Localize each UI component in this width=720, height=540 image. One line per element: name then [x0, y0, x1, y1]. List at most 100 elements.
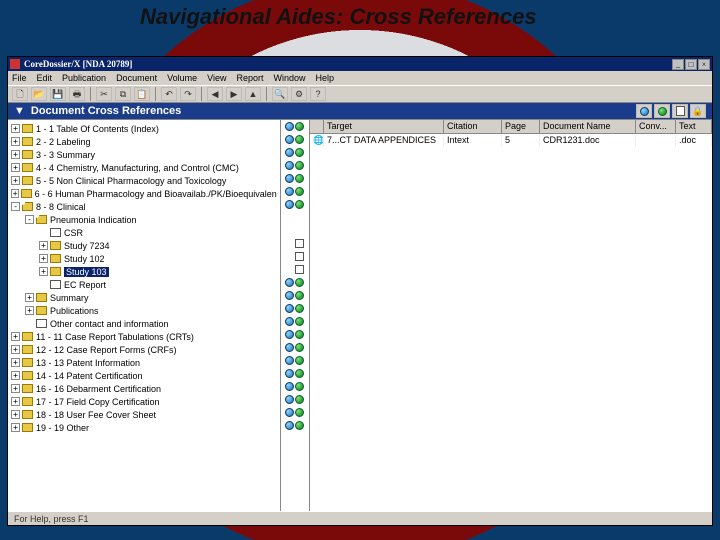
- cut-button[interactable]: ✂: [96, 87, 112, 101]
- globe-icon: [285, 369, 294, 378]
- column-header[interactable]: Document Name: [540, 120, 636, 133]
- status-icon-row: [281, 289, 309, 302]
- expand-icon[interactable]: +: [25, 306, 34, 315]
- status-icon-row: [281, 354, 309, 367]
- expand-icon[interactable]: +: [39, 241, 48, 250]
- tree-node[interactable]: +18 - 18 User Fee Cover Sheet: [11, 408, 277, 421]
- props-button[interactable]: ⚙: [291, 87, 307, 101]
- globe-icon: [285, 408, 294, 417]
- tree-node[interactable]: CSR: [11, 226, 277, 239]
- column-header[interactable]: Text: [676, 120, 712, 133]
- expand-icon[interactable]: +: [11, 163, 20, 172]
- expand-icon[interactable]: +: [11, 410, 20, 419]
- column-header[interactable]: Citation: [444, 120, 502, 133]
- tree-node[interactable]: +12 - 12 Case Report Forms (CRFs): [11, 343, 277, 356]
- close-button[interactable]: ×: [698, 59, 710, 70]
- tree-node[interactable]: +14 - 14 Patent Certification: [11, 369, 277, 382]
- expand-icon[interactable]: +: [39, 267, 48, 276]
- check-icon: [295, 356, 304, 365]
- column-header[interactable]: Page: [502, 120, 540, 133]
- expand-icon[interactable]: +: [11, 371, 20, 380]
- expand-icon[interactable]: +: [11, 189, 19, 198]
- paste-button[interactable]: 📋: [134, 87, 150, 101]
- save-button[interactable]: 💾: [50, 87, 66, 101]
- check-icon: [295, 382, 304, 391]
- tree-node[interactable]: +1 - 1 Table Of Contents (Index): [11, 122, 277, 135]
- tree-node[interactable]: +Summary: [11, 291, 277, 304]
- expand-icon[interactable]: +: [11, 150, 20, 159]
- tree-node[interactable]: +4 - 4 Chemistry, Manufacturing, and Con…: [11, 161, 277, 174]
- collapse-icon[interactable]: -: [25, 215, 34, 224]
- up-button[interactable]: ▲: [245, 87, 261, 101]
- table-row[interactable]: 🌐7...CT DATA APPENDICESIntext5CDR1231.do…: [310, 134, 712, 147]
- menu-document[interactable]: Document: [116, 73, 157, 83]
- menu-volume[interactable]: Volume: [167, 73, 197, 83]
- expand-icon[interactable]: +: [11, 423, 20, 432]
- expand-icon[interactable]: +: [11, 345, 20, 354]
- tree-pane[interactable]: +1 - 1 Table Of Contents (Index)+2 - 2 L…: [8, 120, 281, 511]
- tree-node[interactable]: +6 - 6 Human Pharmacology and Bioavailab…: [11, 187, 277, 200]
- check-icon: [295, 421, 304, 430]
- expand-icon[interactable]: +: [25, 293, 34, 302]
- tree-node[interactable]: Other contact and information: [11, 317, 277, 330]
- expand-icon[interactable]: +: [11, 397, 20, 406]
- tree-node[interactable]: +2 - 2 Labeling: [11, 135, 277, 148]
- tree-node[interactable]: +11 - 11 Case Report Tabulations (CRTs): [11, 330, 277, 343]
- tree-node[interactable]: +16 - 16 Debarment Certification: [11, 382, 277, 395]
- copy-button[interactable]: ⧉: [115, 87, 131, 101]
- back-button[interactable]: ◀: [207, 87, 223, 101]
- tree-node[interactable]: +Study 102: [11, 252, 277, 265]
- tree-node[interactable]: +Study 7234: [11, 239, 277, 252]
- menu-file[interactable]: File: [12, 73, 27, 83]
- tree-node-label: 13 - 13 Patent Information: [36, 358, 140, 368]
- redo-button[interactable]: ↷: [180, 87, 196, 101]
- expand-icon[interactable]: +: [11, 124, 20, 133]
- tree-node[interactable]: +17 - 17 Field Copy Certification: [11, 395, 277, 408]
- find-button[interactable]: 🔍: [272, 87, 288, 101]
- expand-icon[interactable]: +: [11, 358, 20, 367]
- tree-node[interactable]: +3 - 3 Summary: [11, 148, 277, 161]
- menu-report[interactable]: Report: [236, 73, 263, 83]
- menu-edit[interactable]: Edit: [37, 73, 53, 83]
- expand-icon[interactable]: +: [11, 384, 20, 393]
- grid-body[interactable]: 🌐7...CT DATA APPENDICESIntext5CDR1231.do…: [310, 134, 712, 511]
- undo-button[interactable]: ↶: [161, 87, 177, 101]
- lock-button[interactable]: 🔒: [690, 104, 706, 118]
- green-button[interactable]: [654, 104, 670, 118]
- tree-node[interactable]: -Pneumonia Indication: [11, 213, 277, 226]
- tree-node[interactable]: +Publications: [11, 304, 277, 317]
- help-button[interactable]: ?: [310, 87, 326, 101]
- menu-view[interactable]: View: [207, 73, 226, 83]
- tree-node[interactable]: +19 - 19 Other: [11, 421, 277, 434]
- tree-node[interactable]: +13 - 13 Patent Information: [11, 356, 277, 369]
- column-header[interactable]: Target: [324, 120, 444, 133]
- maximize-button[interactable]: □: [685, 59, 697, 70]
- tree-node[interactable]: +Study 103: [11, 265, 277, 278]
- collapse-icon[interactable]: -: [11, 202, 20, 211]
- page-button[interactable]: [672, 104, 688, 118]
- expand-icon[interactable]: +: [11, 332, 20, 341]
- menu-window[interactable]: Window: [274, 73, 306, 83]
- column-header[interactable]: Conv...: [636, 120, 676, 133]
- status-icon-row: [281, 367, 309, 380]
- open-button[interactable]: 📂: [31, 87, 47, 101]
- toolbar-separator: [90, 87, 91, 101]
- expand-icon[interactable]: +: [39, 254, 48, 263]
- tree-node-label: 11 - 11 Case Report Tabulations (CRTs): [36, 332, 194, 342]
- tree-node-label: 12 - 12 Case Report Forms (CRFs): [36, 345, 177, 355]
- globe-button[interactable]: [636, 104, 652, 118]
- expand-icon[interactable]: +: [11, 137, 20, 146]
- minimize-button[interactable]: _: [672, 59, 684, 70]
- menu-publication[interactable]: Publication: [62, 73, 106, 83]
- tree-node[interactable]: EC Report: [11, 278, 277, 291]
- globe-icon: [285, 135, 294, 144]
- tree-node[interactable]: -8 - 8 Clinical: [11, 200, 277, 213]
- expand-icon[interactable]: +: [11, 176, 20, 185]
- folder-icon: [22, 332, 33, 341]
- print-button[interactable]: 🖶: [69, 87, 85, 101]
- column-header[interactable]: [310, 120, 324, 133]
- new-button[interactable]: 🗋: [12, 87, 28, 101]
- fwd-button[interactable]: ▶: [226, 87, 242, 101]
- menu-help[interactable]: Help: [316, 73, 335, 83]
- tree-node[interactable]: +5 - 5 Non Clinical Pharmacology and Tox…: [11, 174, 277, 187]
